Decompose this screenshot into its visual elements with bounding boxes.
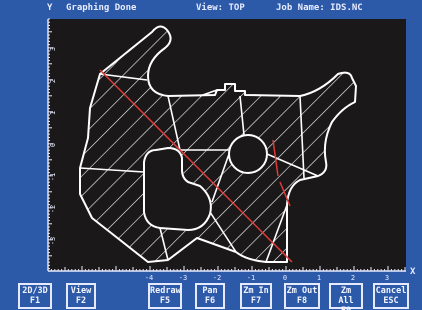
f6-pan-button[interactable]: Pan F6 bbox=[195, 283, 225, 309]
f9-label: Zm All bbox=[338, 286, 354, 306]
y-tick-label: 0 bbox=[49, 143, 57, 147]
view-indicator: View: TOP bbox=[196, 3, 245, 13]
esc-key: ESC bbox=[383, 296, 399, 306]
f1-2d3d-button[interactable]: 2D/3D F1 bbox=[18, 283, 52, 309]
f5-key: F5 bbox=[159, 296, 171, 306]
y-axis-letter: Y bbox=[47, 3, 53, 13]
f6-label: Pan bbox=[202, 286, 218, 296]
y-tick-label: -1 bbox=[49, 173, 57, 181]
esc-label: Cancel bbox=[375, 286, 407, 296]
f5-label: Redraw bbox=[150, 286, 181, 296]
y-tick-label: 3 bbox=[49, 47, 57, 51]
f2-view-button[interactable]: View F2 bbox=[66, 283, 96, 309]
cnc-graphics-screen: 3 2 1 0 -1 -2 -3 -4 -3 -2 -1 0 1 2 3 X Y Graphing Don… bbox=[0, 0, 422, 310]
job-name: Job Name: IDS.NC bbox=[276, 3, 363, 13]
status-message: Graphing Done bbox=[66, 3, 137, 13]
f9-key: F9 bbox=[331, 306, 361, 310]
f2-label: View bbox=[70, 286, 92, 296]
f1-label: 2D/3D bbox=[22, 286, 48, 296]
f7-label: Zm In bbox=[243, 286, 269, 296]
status-bar: Y Graphing Done View: TOP Job Name: IDS.… bbox=[0, 0, 422, 20]
f1-key: F1 bbox=[29, 296, 41, 306]
f8-key: F8 bbox=[296, 296, 308, 306]
y-tick-label: 2 bbox=[49, 79, 57, 83]
y-tick-label: -2 bbox=[49, 205, 57, 213]
f7-key: F7 bbox=[250, 296, 262, 306]
graphics-viewport: 3210-1-2-3 -4 -3 -2 -1 0 1 2 3 X bbox=[47, 18, 416, 280]
f6-key: F6 bbox=[204, 296, 216, 306]
f8-zoom-out-button[interactable]: Zm Out F8 bbox=[284, 283, 320, 309]
f8-label: Zm Out bbox=[286, 286, 318, 296]
function-key-bar: 2D/3D F1 View F2 Redraw F5 Pan F6 Zm In … bbox=[0, 280, 422, 310]
f9-zoom-all-button[interactable]: Zm All F9 bbox=[329, 283, 363, 310]
y-tick-label: -3 bbox=[49, 237, 57, 245]
y-tick-label: 1 bbox=[49, 111, 57, 115]
esc-cancel-button[interactable]: Cancel ESC bbox=[373, 283, 409, 309]
x-axis-letter: X bbox=[410, 267, 416, 277]
f5-redraw-button[interactable]: Redraw F5 bbox=[148, 283, 182, 309]
f2-key: F2 bbox=[75, 296, 87, 306]
f7-zoom-in-button[interactable]: Zm In F7 bbox=[240, 283, 272, 309]
